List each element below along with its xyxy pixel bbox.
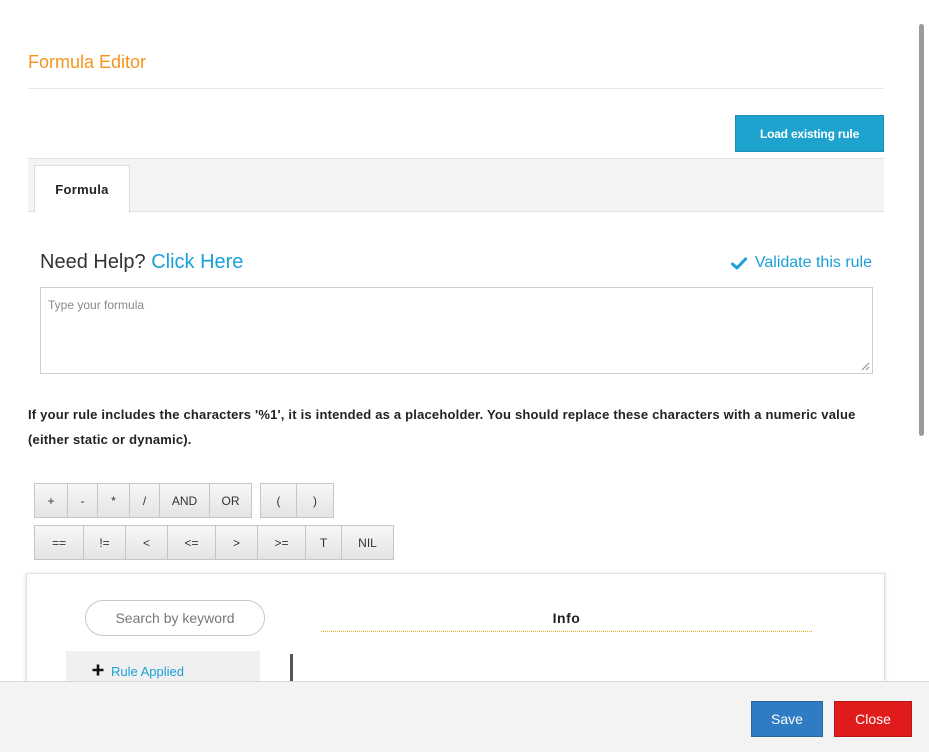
title-divider [28,88,884,89]
tab-bar: Formula [28,158,884,213]
tab-formula[interactable]: Formula [34,165,130,213]
info-divider [321,631,812,632]
op-plus-button[interactable]: + [34,483,68,518]
op-minus-button[interactable]: - [68,483,98,518]
save-button[interactable]: Save [751,701,823,737]
help-line: Need Help? Click Here [40,251,243,274]
op-greater-equal-button[interactable]: >= [258,525,306,560]
help-prefix: Need Help? [40,251,146,273]
op-close-paren-button[interactable]: ) [297,483,334,518]
op-true-button[interactable]: T [306,525,342,560]
help-link[interactable]: Click Here [151,251,243,273]
close-button[interactable]: Close [834,701,912,737]
info-heading: Info [552,610,581,626]
op-greater-than-button[interactable]: > [216,525,258,560]
page-scrollbar[interactable] [919,24,924,436]
plus-icon [92,664,104,679]
op-multiply-button[interactable]: * [98,483,130,518]
op-less-equal-button[interactable]: <= [168,525,216,560]
rule-browser-panel: Search by keyword Info Rule Applied [26,573,885,693]
load-existing-rule-button[interactable]: Load existing rule [735,115,884,152]
rule-applied-label: Rule Applied [111,663,184,679]
op-equals-button[interactable]: == [34,525,84,560]
check-icon [730,257,747,270]
placeholder-note: If your rule includes the characters '%1… [28,407,856,447]
resize-grip-icon[interactable] [861,362,870,371]
validate-rule-link[interactable]: Validate this rule [730,254,872,272]
formula-input[interactable] [41,288,872,373]
op-less-than-button[interactable]: < [126,525,168,560]
op-divide-button[interactable]: / [130,483,160,518]
operator-row-2: == != < <= > >= T NIL [34,525,394,560]
op-open-paren-button[interactable]: ( [260,483,297,518]
op-not-equals-button[interactable]: != [84,525,126,560]
validate-label: Validate this rule [754,254,872,271]
panel-scrollbar[interactable] [290,654,293,682]
formula-input-wrapper [40,287,873,374]
keyword-search-input[interactable]: Search by keyword [85,600,265,636]
operator-row-1: + - * / AND OR ( ) [34,483,334,518]
op-and-button[interactable]: AND [160,483,210,518]
op-or-button[interactable]: OR [210,483,252,518]
dialog-title: Formula Editor [28,52,147,72]
op-nil-button[interactable]: NIL [342,525,394,560]
